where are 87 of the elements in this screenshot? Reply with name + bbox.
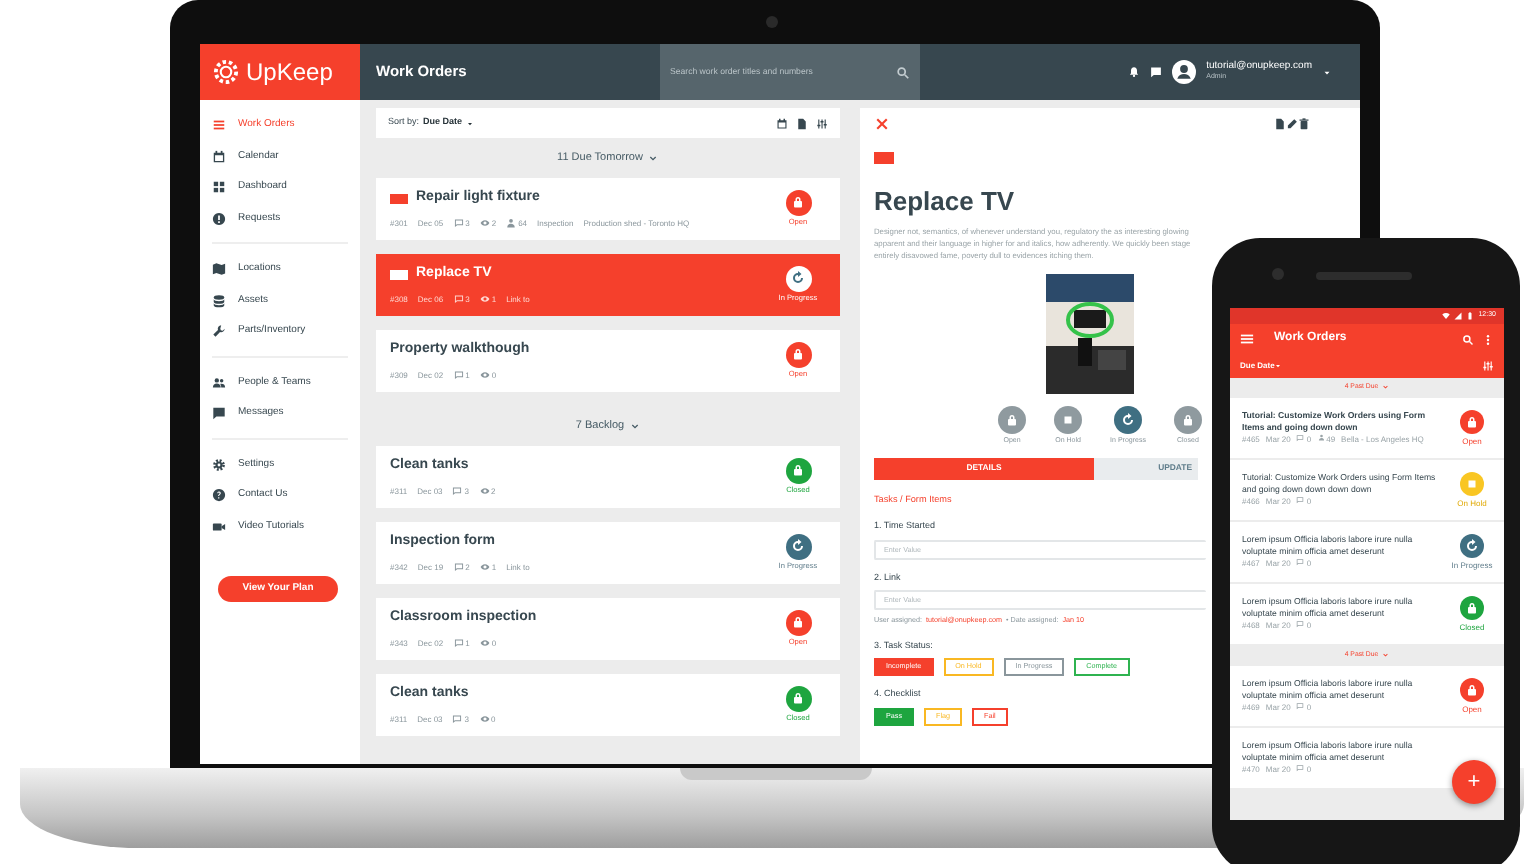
status-button[interactable]: [785, 341, 811, 368]
comment-icon: [1296, 558, 1305, 567]
status-button[interactable]: [785, 457, 811, 484]
bell-icon[interactable]: [1128, 66, 1141, 78]
status-button[interactable]: [1460, 533, 1484, 557]
status-button[interactable]: [785, 609, 811, 636]
status-button[interactable]: [785, 685, 811, 712]
search-icon: [896, 65, 910, 79]
chevron-icon[interactable]: [648, 153, 659, 163]
calendar-icon: [212, 149, 226, 164]
comment-icon: [453, 294, 464, 305]
list-icon: [212, 118, 226, 133]
logo-icon: [212, 58, 240, 86]
comment-icon: [1296, 702, 1305, 711]
people-icon: [212, 375, 226, 390]
detail-title: Replace TV: [874, 184, 1017, 220]
refresh-icon: [790, 538, 806, 555]
comment-icon: [1296, 620, 1305, 629]
stop-icon: [1060, 411, 1077, 428]
wifi-icon: [1442, 312, 1451, 320]
refresh-icon: [1464, 537, 1480, 553]
help-icon: [212, 488, 226, 503]
lock-icon: [790, 614, 806, 631]
menu-icon[interactable]: [1240, 332, 1254, 346]
status-button[interactable]: [1460, 677, 1484, 701]
eye-icon: [479, 218, 490, 229]
comment-icon: [453, 562, 464, 573]
comment-icon: [452, 714, 463, 725]
video-camera-icon: [212, 519, 226, 534]
eye-icon: [479, 638, 490, 649]
person-icon: [1317, 434, 1325, 442]
calendar-icon[interactable]: [776, 117, 788, 129]
status-button[interactable]: [1460, 595, 1484, 619]
lock-icon: [1464, 413, 1480, 429]
status-button[interactable]: [1460, 409, 1484, 433]
alert-icon: [212, 211, 226, 226]
lock-icon: [1464, 681, 1480, 697]
settings-icon: [212, 457, 226, 472]
close-icon[interactable]: [874, 116, 890, 132]
wrench-icon: [212, 324, 226, 339]
person-icon: [506, 218, 517, 229]
comment-icon: [453, 218, 464, 229]
lock-icon: [790, 462, 806, 479]
status-button[interactable]: [785, 265, 811, 292]
search-icon[interactable]: [1462, 333, 1474, 345]
comment-icon: [452, 486, 463, 497]
comment-icon: [1296, 434, 1305, 443]
edit-icon[interactable]: [1286, 118, 1298, 130]
lock-icon: [790, 194, 806, 211]
export-icon[interactable]: [1274, 118, 1286, 130]
chevron-icon[interactable]: [1382, 384, 1390, 392]
camera-icon: [766, 16, 778, 28]
status-button[interactable]: [785, 533, 811, 560]
filter-icon[interactable]: [816, 117, 828, 129]
comment-icon: [453, 370, 464, 381]
eye-icon: [479, 562, 490, 573]
more-icon[interactable]: [1482, 333, 1494, 345]
lock-icon: [790, 690, 806, 707]
comment-icon: [1296, 496, 1305, 505]
lock-icon: [1179, 411, 1196, 428]
refresh-icon: [790, 270, 806, 287]
lock-icon: [1464, 599, 1480, 615]
status-button[interactable]: [785, 189, 811, 216]
eye-icon: [479, 486, 490, 497]
eye-icon: [479, 294, 490, 305]
comment-icon: [453, 638, 464, 649]
comment-icon: [1296, 764, 1305, 773]
export-icon[interactable]: [796, 117, 808, 129]
chevron-icon[interactable]: [630, 421, 641, 431]
caret-icon[interactable]: [1322, 67, 1332, 77]
signal-icon: [1454, 312, 1463, 320]
logo-text: UpKeep: [246, 56, 333, 90]
chevron-icon[interactable]: [1382, 652, 1390, 660]
lock-icon: [790, 346, 806, 363]
add-button[interactable]: +: [1452, 760, 1496, 804]
lock-icon: [1004, 411, 1021, 428]
stop-icon: [1464, 475, 1480, 491]
delete-icon[interactable]: [1298, 118, 1310, 130]
chat-icon: [212, 406, 226, 421]
stack-icon: [212, 293, 226, 308]
eye-icon: [479, 370, 490, 381]
avatar-icon[interactable]: [1172, 60, 1197, 84]
eye-icon: [479, 714, 490, 725]
chat-icon[interactable]: [1150, 66, 1163, 78]
grid-icon: [212, 180, 226, 195]
map-icon: [212, 262, 226, 277]
refresh-icon: [1120, 411, 1136, 428]
